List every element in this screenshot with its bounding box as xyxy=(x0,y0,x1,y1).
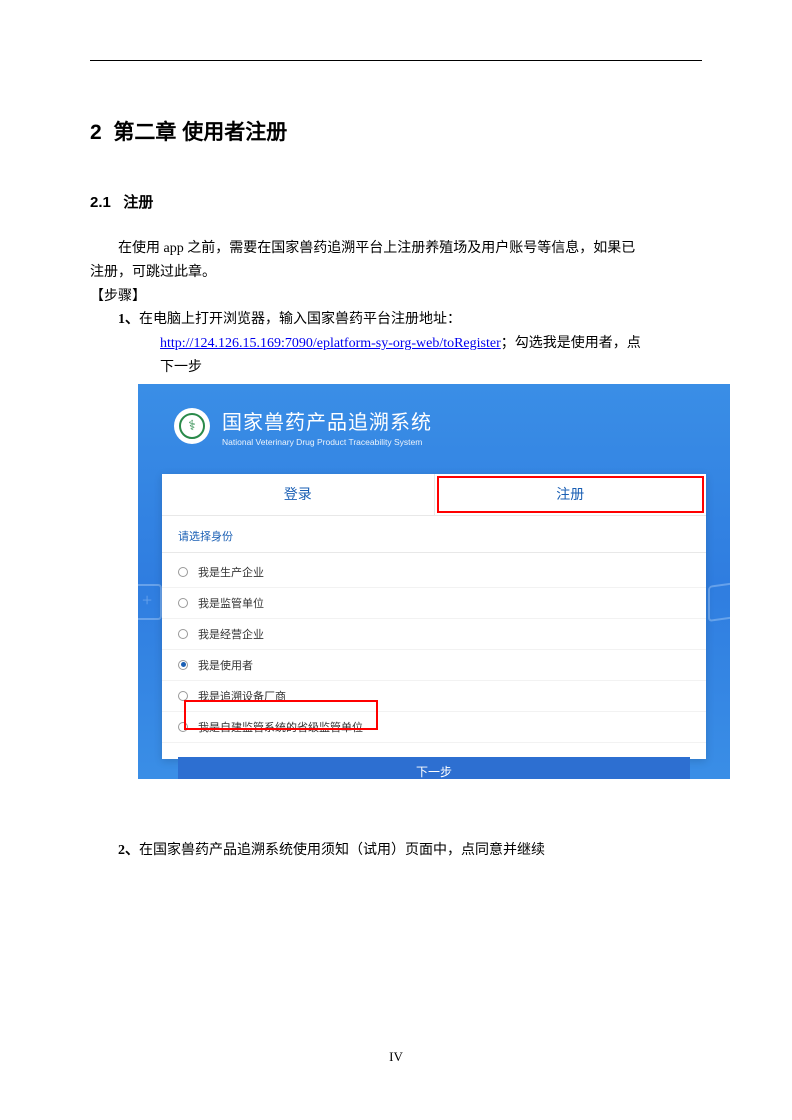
system-logo-icon: ⚕ xyxy=(174,408,210,444)
option-supervisor[interactable]: 我是监管单位 xyxy=(162,588,706,619)
tab-login-label: 登录 xyxy=(284,484,312,504)
identity-options: 我是生产企业 我是监管单位 我是经营企业 我是使用者 我是追溯设备厂商 xyxy=(162,553,706,747)
screenshot-header: ⚕ 国家兽药产品追溯系统 National Veterinary Drug Pr… xyxy=(138,384,730,447)
radio-icon-checked xyxy=(178,660,188,670)
option-user[interactable]: 我是使用者 xyxy=(162,650,706,681)
tab-register[interactable]: 注册 xyxy=(435,474,707,515)
tab-login[interactable]: 登录 xyxy=(162,474,434,515)
option-label: 我是自建监管系统的省级监管单位 xyxy=(198,719,363,735)
system-title-en: National Veterinary Drug Product Traceab… xyxy=(222,437,432,447)
chapter-num: 2 xyxy=(90,121,102,144)
next-button[interactable]: 下一步 xyxy=(178,757,690,779)
option-label: 我是经营企业 xyxy=(198,626,264,642)
intro-paragraph-line1: 在使用 app 之前，需要在国家兽药追溯平台上注册养殖场及用户账号等信息，如果已 xyxy=(90,237,702,261)
step-1-num: 1、 xyxy=(118,312,139,327)
radio-icon xyxy=(178,691,188,701)
step-2: 2、在国家兽药产品追溯系统使用须知（试用）页面中，点同意并继续 xyxy=(90,839,702,863)
option-label: 我是生产企业 xyxy=(198,564,264,580)
step-1-text: 在电脑上打开浏览器，输入国家兽药平台注册地址： xyxy=(139,312,461,327)
identity-prompt: 请选择身份 xyxy=(162,516,706,553)
screenshot-panel: 登录 注册 请选择身份 我是生产企业 我是监管单位 xyxy=(162,474,706,759)
radio-icon xyxy=(178,598,188,608)
tabs: 登录 注册 xyxy=(162,474,706,516)
step-2-text: 在国家兽药产品追溯系统使用须知（试用）页面中，点同意并继续 xyxy=(139,843,545,858)
option-producer[interactable]: 我是生产企业 xyxy=(162,557,706,588)
step-1-url-line: http://124.126.15.169:7090/eplatform-sy-… xyxy=(90,332,702,356)
radio-icon xyxy=(178,567,188,577)
step-2-num: 2、 xyxy=(118,843,139,858)
tab-register-label: 注册 xyxy=(556,484,584,504)
option-label: 我是追溯设备厂商 xyxy=(198,688,286,704)
page-number: IV xyxy=(0,1049,792,1065)
register-url-link[interactable]: http://124.126.15.169:7090/eplatform-sy-… xyxy=(160,336,501,351)
option-label: 我是使用者 xyxy=(198,657,253,673)
next-button-label: 下一步 xyxy=(416,763,452,779)
section-num: 2.1 xyxy=(90,194,111,211)
step-1-after-url: ；勾选我是使用者，点 xyxy=(501,336,641,351)
option-label: 我是监管单位 xyxy=(198,595,264,611)
step-1: 1、在电脑上打开浏览器，输入国家兽药平台注册地址： xyxy=(90,308,702,332)
decor-card-right-icon xyxy=(708,582,730,622)
option-provincial-supervisor[interactable]: 我是自建监管系统的省级监管单位 xyxy=(162,712,706,743)
decor-card-left-icon xyxy=(138,584,162,620)
chapter-name: 第二章 使用者注册 xyxy=(113,121,287,144)
section-name: 注册 xyxy=(123,194,153,211)
option-business[interactable]: 我是经营企业 xyxy=(162,619,706,650)
section-title: 2.1 注册 xyxy=(90,191,702,212)
step-1-line3: 下一步 xyxy=(90,356,702,380)
system-title-cn: 国家兽药产品追溯系统 xyxy=(222,406,432,435)
radio-icon xyxy=(178,629,188,639)
header-rule xyxy=(90,60,702,61)
radio-icon xyxy=(178,722,188,732)
chapter-title: 2 第二章 使用者注册 xyxy=(90,116,702,146)
steps-label: 【步骤】 xyxy=(90,285,702,309)
option-device-vendor[interactable]: 我是追溯设备厂商 xyxy=(162,681,706,712)
intro-paragraph-line2: 注册，可跳过此章。 xyxy=(90,261,702,285)
registration-screenshot: ⚕ 国家兽药产品追溯系统 National Veterinary Drug Pr… xyxy=(138,384,730,779)
